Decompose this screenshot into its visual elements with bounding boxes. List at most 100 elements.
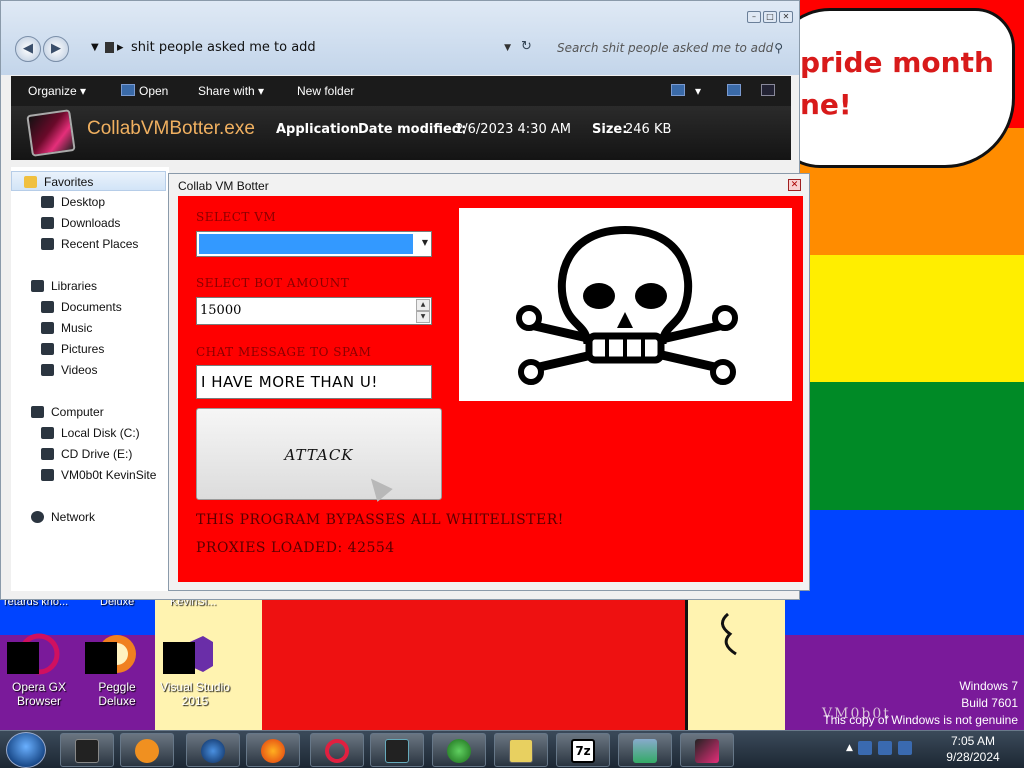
collabvm-botter-file-icon	[26, 109, 76, 157]
share-with-button[interactable]: Share with ▾	[198, 84, 264, 98]
nav-item-network[interactable]: Network	[31, 507, 95, 527]
forward-button[interactable]: ▶	[43, 36, 69, 62]
windows-version-watermark: Windows 7 Build 7601 This copy of Window…	[823, 678, 1018, 729]
chat-message-input[interactable]: I HAVE MORE THAN U!	[196, 365, 432, 399]
nav-label: Computer	[51, 405, 104, 419]
nav-item-music[interactable]: Music	[41, 318, 92, 338]
chevron-down-icon[interactable]: ▼	[422, 238, 428, 247]
maximize-button[interactable]: □	[763, 11, 777, 23]
history-dropdown-icon[interactable]: ▼	[504, 35, 511, 61]
nav-label: Documents	[61, 300, 122, 314]
taskbar-browser[interactable]	[186, 733, 240, 767]
nav-item-videos[interactable]: Videos	[41, 360, 97, 380]
command-bar: Organize ▾ Open Share with ▾ New folder …	[11, 76, 791, 160]
nav-item-downloads[interactable]: Downloads	[41, 213, 120, 233]
breadcrumb-separator: ▸	[117, 40, 124, 55]
bot-amount-stepper[interactable]: 15000 ▲ ▼	[196, 297, 432, 325]
stepper-up-icon[interactable]: ▲	[416, 299, 430, 311]
search-input[interactable]: Search shit people asked me to add ⚲	[547, 35, 791, 61]
wallpaper-figure-right	[685, 596, 785, 730]
tray-volume-icon[interactable]	[898, 741, 912, 755]
taskbar-media-player[interactable]	[120, 733, 174, 767]
nav-item-recent-places[interactable]: Recent Places	[41, 234, 138, 254]
nav-label: Local Disk (C:)	[61, 426, 140, 440]
attack-button[interactable]: ATTACK	[196, 408, 442, 500]
botter-window-title: Collab VM Botter	[178, 179, 269, 193]
taskbar-monitor[interactable]	[370, 733, 424, 767]
desktop-icon-peggle[interactable]: Peggle Deluxe	[78, 632, 156, 708]
peggle-icon	[85, 632, 139, 676]
redacted-block	[7, 642, 39, 674]
downloads-icon	[41, 217, 54, 229]
desktop-icon-label: Peggle Deluxe	[98, 680, 136, 708]
taskbar-opera[interactable]	[310, 733, 364, 767]
proxies-loaded-status: PROXIES LOADED: 42554	[196, 540, 395, 556]
computer-icon	[31, 406, 44, 418]
nav-item-desktop[interactable]: Desktop	[41, 192, 105, 212]
desktop-icon-label: Visual Studio 2015	[160, 680, 230, 708]
view-options-icon[interactable]	[671, 84, 685, 96]
desktop-icon-opera-gx[interactable]: Opera GX Browser	[0, 632, 78, 708]
globe-icon	[201, 739, 225, 763]
organize-label: Organize	[28, 84, 77, 98]
nav-item-computer[interactable]: Computer	[31, 402, 104, 422]
taskbar-firefox[interactable]	[246, 733, 300, 767]
media-player-icon	[135, 739, 159, 763]
taskbar-checklist[interactable]	[494, 733, 548, 767]
new-folder-button[interactable]: New folder	[297, 84, 354, 98]
start-button[interactable]	[6, 732, 46, 768]
nav-label: Pictures	[61, 342, 105, 356]
search-icon[interactable]: ⚲	[774, 35, 783, 61]
nav-item-vm-site[interactable]: VM0b0t KevinSite	[41, 465, 156, 485]
nav-item-favorites[interactable]: Favorites	[11, 171, 166, 191]
bubble-line-1: pride month	[800, 46, 994, 79]
network-icon	[31, 511, 44, 523]
nav-item-cd-drive[interactable]: CD Drive (E:)	[41, 444, 132, 464]
refresh-icon[interactable]: ↻	[521, 39, 532, 54]
minimize-button[interactable]: –	[747, 11, 761, 23]
bot-amount-value: 15000	[200, 303, 242, 318]
nav-label: Downloads	[61, 216, 121, 230]
view-dropdown-icon[interactable]: ▾	[695, 84, 701, 98]
close-button[interactable]: ✕	[779, 11, 793, 23]
botter-form: SELECT VM ▼ SELECT BOT AMOUNT 15000 ▲ ▼ …	[178, 196, 803, 582]
size-label: Size:	[592, 122, 628, 137]
back-button[interactable]: ◀	[15, 36, 41, 62]
address-dropdown-icon[interactable]: ▼	[91, 35, 99, 61]
taskbar-7zip[interactable]: 7z	[556, 733, 610, 767]
nav-item-libraries[interactable]: Libraries	[31, 276, 97, 296]
attack-button-label: ATTACK	[284, 446, 354, 464]
terminal-icon	[75, 739, 99, 763]
organize-button[interactable]: Organize ▾	[28, 84, 86, 98]
nav-item-pictures[interactable]: Pictures	[41, 339, 104, 359]
explorer-titlebar: – □ ✕ ◀ ▶ ▼ ▸ shit people asked me to ad…	[1, 1, 799, 75]
taskbar-collabvm-botter[interactable]	[680, 733, 734, 767]
firefox-icon	[261, 739, 285, 763]
taskbar-download-manager[interactable]	[432, 733, 486, 767]
desktop-icon-visual-studio[interactable]: Visual Studio 2015	[156, 632, 234, 708]
address-bar[interactable]: ▼ ▸ shit people asked me to add ▼	[87, 35, 517, 61]
help-icon[interactable]	[761, 84, 775, 96]
preview-pane-icon[interactable]	[727, 84, 741, 96]
nav-label: CD Drive (E:)	[61, 447, 133, 461]
collab-vm-botter-window: Collab VM Botter ✕ SELECT VM ▼ SELECT BO…	[168, 173, 810, 591]
recent-places-icon	[41, 238, 54, 250]
tray-network-icon[interactable]	[878, 741, 892, 755]
cd-drive-icon	[41, 448, 54, 460]
stepper-down-icon[interactable]: ▼	[416, 311, 430, 323]
show-hidden-icons-icon[interactable]: ▲	[846, 743, 853, 753]
taskbar-terminal[interactable]	[60, 733, 114, 767]
redacted-block	[85, 642, 117, 674]
nav-item-documents[interactable]: Documents	[41, 297, 122, 317]
tray-app-icon[interactable]	[858, 741, 872, 755]
taskbar-clock[interactable]: 7:05 AM 9/28/2024	[936, 733, 1010, 765]
desktop-icon	[41, 196, 54, 208]
details-pane: CollabVMBotter.exe Application Date modi…	[11, 106, 791, 160]
vm-select-dropdown[interactable]: ▼	[196, 231, 432, 257]
taskbar-transfer[interactable]	[618, 733, 672, 767]
botter-close-button[interactable]: ✕	[788, 179, 801, 191]
open-button[interactable]: Open	[139, 84, 168, 98]
pictures-icon	[41, 343, 54, 355]
monitor-icon	[385, 739, 409, 763]
nav-item-local-disk[interactable]: Local Disk (C:)	[41, 423, 140, 443]
